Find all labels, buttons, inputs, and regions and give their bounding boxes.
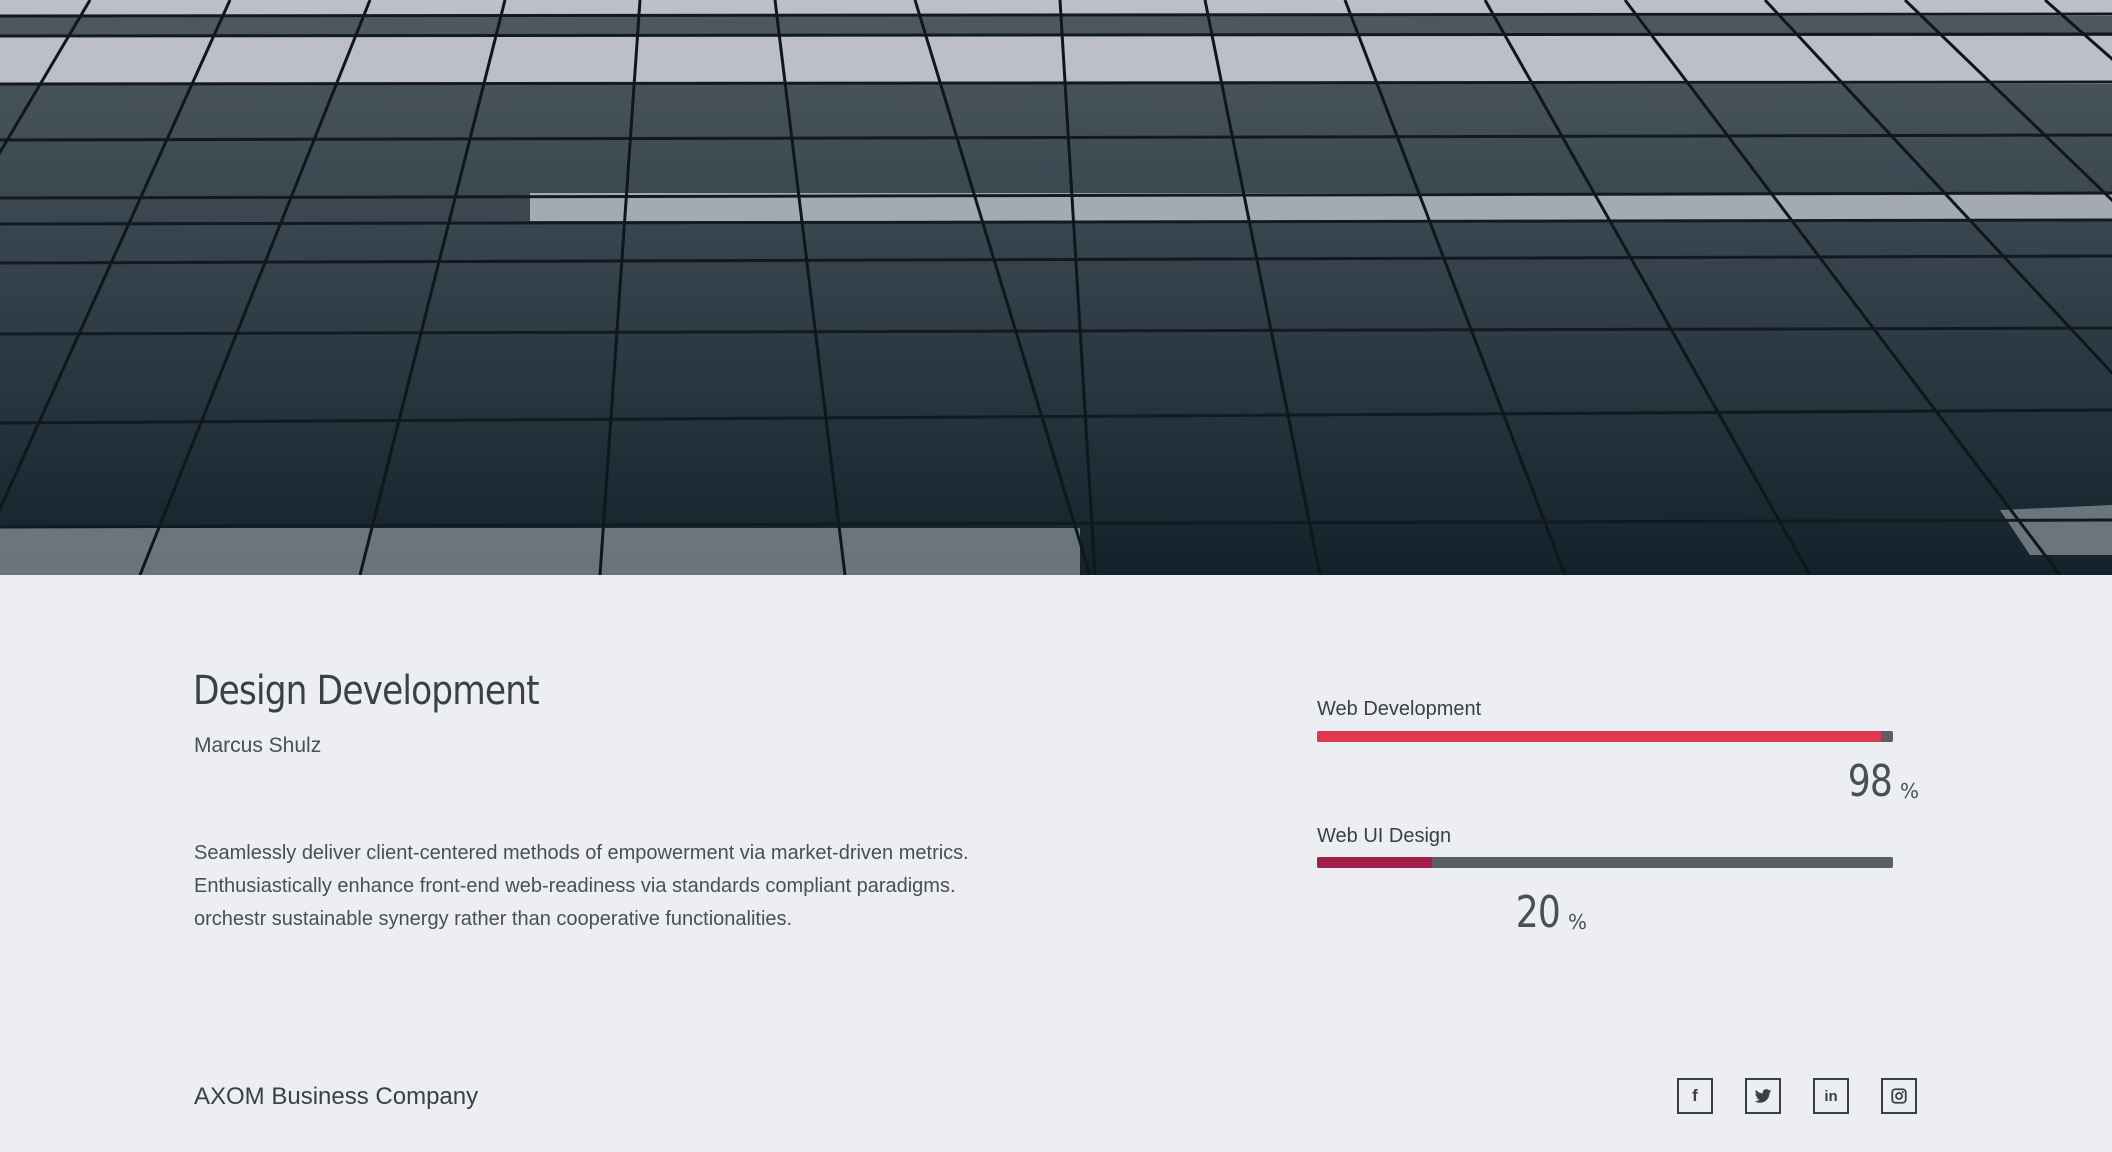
hero-building-image [0,0,2112,575]
company-name: AXOM Business Company [194,1083,479,1110]
author-name: Marcus Shulz [194,734,322,757]
skill-percent-web-development: 98% [1838,756,1919,807]
skill-bar-web-development [1317,731,1893,742]
percent-value: 20 [1515,887,1561,938]
skill-percent-web-ui-design: 20% [1506,887,1587,938]
skill-bar-fill [1317,857,1433,868]
linkedin-icon: in [1824,1087,1838,1105]
linkedin-button[interactable]: in [1813,1078,1849,1114]
twitter-button[interactable] [1745,1078,1781,1114]
skill-label-web-ui-design: Web UI Design [1317,825,1452,847]
instagram-button[interactable] [1881,1078,1917,1114]
skill-bar-web-ui-design [1317,857,1893,868]
skill-label-web-development: Web Development [1317,698,1482,720]
percent-value: 98 [1847,756,1893,807]
description-text: Seamlessly deliver client-centered metho… [194,842,969,930]
building-facade-photo [0,0,2112,575]
facebook-icon: f [1692,1086,1698,1105]
percent-symbol: % [1899,779,1919,803]
percent-symbol: % [1568,910,1588,934]
skill-bar-fill [1317,731,1882,742]
instagram-icon [1891,1088,1907,1104]
facebook-button[interactable]: f [1677,1078,1713,1114]
twitter-icon [1754,1089,1772,1103]
page-title: Design Development [193,668,540,714]
